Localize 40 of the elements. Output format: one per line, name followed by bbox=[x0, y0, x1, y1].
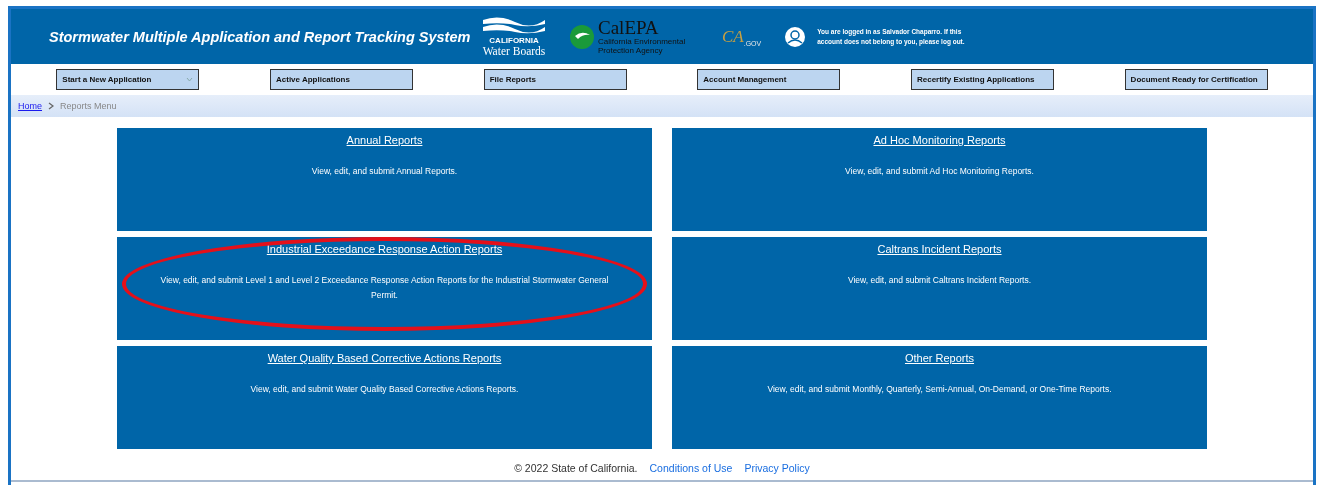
report-card[interactable]: Caltrans Incident Reports View, edit, and submit Caltrans Incident Reports. bbox=[672, 237, 1207, 340]
footer-link[interactable]: Privacy Policy bbox=[744, 462, 810, 474]
chevron-icon bbox=[48, 102, 54, 110]
user-icon bbox=[785, 26, 806, 47]
report-card[interactable]: Ad Hoc Monitoring Reports View, edit, and submit Ad Hoc Monitoring Reports. bbox=[672, 128, 1207, 231]
card-description: View, edit, and submit Monthly, Quarterly, Semi-Annual, On-Demand, or One-Time Reports. bbox=[766, 383, 1113, 396]
breadcrumb-current: Reports Menu bbox=[60, 101, 117, 111]
footer-link[interactable]: Conditions of Use bbox=[649, 462, 733, 474]
copyright-text: © 2022 State of California. bbox=[514, 462, 638, 474]
logo-text: CA bbox=[722, 26, 744, 47]
card-description: View, edit, and submit Water Quality Based Corrective Actions Reports. bbox=[249, 383, 520, 396]
nav-button[interactable]: File Reports bbox=[483, 69, 627, 90]
dropdown-button[interactable]: Start a New Application bbox=[56, 69, 200, 90]
card-title-link[interactable]: Other Reports bbox=[904, 352, 975, 364]
card-title-link[interactable]: Ad Hoc Monitoring Reports bbox=[873, 134, 1006, 146]
card-title-link[interactable]: Water Quality Based Corrective Actions Reports bbox=[267, 352, 502, 364]
card-description: View, edit, and submit Ad Hoc Monitoring Reports. bbox=[844, 165, 1035, 178]
card-title-link[interactable]: Caltrans Incident Reports bbox=[877, 243, 1002, 255]
nav-button[interactable]: Document Ready for Certification bbox=[1124, 69, 1268, 90]
card-description: View, edit, and submit Level 1 and Level 2 Exceedance Response Action Reports for the Industrial Stormwater General Permit. bbox=[159, 274, 610, 302]
logo-text: Water Boards bbox=[482, 45, 546, 57]
report-card[interactable]: Annual Reports View, edit, and submit Annual Reports. bbox=[117, 128, 652, 231]
nav-button[interactable]: Active Applications bbox=[270, 69, 413, 90]
logo-text: CALIFORNIA bbox=[489, 36, 539, 45]
logo-text: CalEPA bbox=[598, 18, 660, 37]
caret-icon bbox=[186, 77, 194, 82]
card-title-link[interactable]: Annual Reports bbox=[346, 134, 423, 146]
nav-button[interactable]: Recertify Existing Applications bbox=[910, 69, 1054, 90]
report-card[interactable]: Industrial Exceedance Response Action Reports View, edit, and submit Level 1 and Level 2 Exceedance Response Action Reports for the Industrial Stormwater General Permit. bbox=[117, 237, 652, 340]
card-description: View, edit, and submit Caltrans Incident Reports. bbox=[846, 274, 1033, 287]
logo-text: California Environmental Protection Agency bbox=[598, 37, 687, 55]
app-title: Stormwater Multiple Application and Report Tracking System bbox=[49, 28, 472, 45]
report-card[interactable]: Water Quality Based Corrective Actions Reports View, edit, and submit Water Quality Based Corrective Actions Reports. bbox=[117, 346, 652, 449]
globe-icon bbox=[569, 23, 595, 50]
nav-button[interactable]: Account Management bbox=[697, 69, 841, 90]
breadcrumb-link[interactable]: Home bbox=[18, 101, 42, 111]
card-title-link[interactable]: Industrial Exceedance Response Action Reports bbox=[266, 243, 503, 255]
waves-icon bbox=[481, 16, 547, 36]
card-description: View, edit, and submit Annual Reports. bbox=[310, 165, 459, 178]
report-card[interactable]: Other Reports View, edit, and submit Monthly, Quarterly, Semi-Annual, On-Demand, or One-Time Reports. bbox=[672, 346, 1207, 449]
